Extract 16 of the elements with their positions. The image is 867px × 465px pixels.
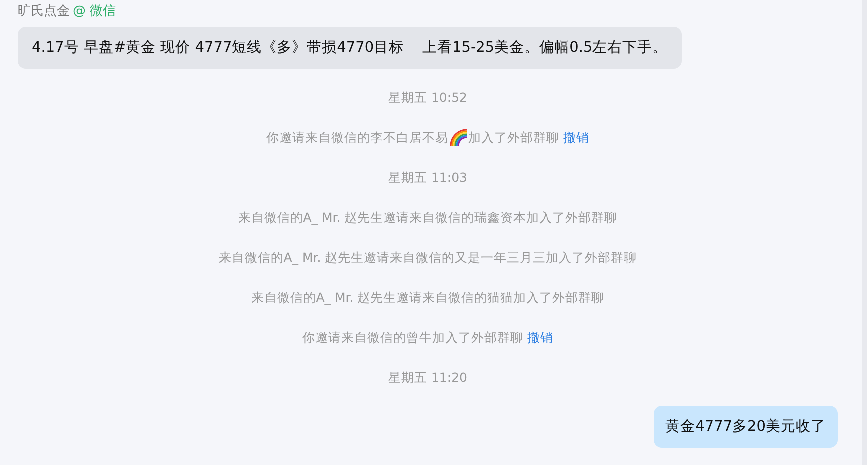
sender-source: @ 微信 <box>73 3 116 21</box>
message-bubble: 4.17号 早盘#黄金 现价 4777短线《多》带损4770目标 上看15-25美金。偏幅0.5左右下手。 <box>18 27 682 69</box>
system-notice: 加入了外部群聊 <box>468 130 560 146</box>
system-notice: 来自微信的A_ Mr. 赵先生邀请来自微信的瑞鑫资本加入了外部群聊 <box>238 210 618 226</box>
message-bubble: 黄金4777多20美元收了 <box>654 406 838 448</box>
system-notice: 你邀请来自微信的李不白居不易 <box>266 130 448 146</box>
timestamp: 星期五 11:20 <box>388 370 468 386</box>
revoke-link[interactable]: 撤销 <box>564 130 590 146</box>
timestamp: 星期五 10:52 <box>388 90 468 106</box>
system-notice: 来自微信的A_ Mr. 赵先生邀请来自微信的又是一年三月三加入了外部群聊 <box>218 250 638 266</box>
system-notice: 你邀请来自微信的曾牛加入了外部群聊 <box>302 330 524 346</box>
rainbow-icon <box>448 128 468 148</box>
sender-name: 旷氏点金 <box>18 3 70 21</box>
revoke-link[interactable]: 撤销 <box>528 330 554 346</box>
system-notice: 来自微信的A_ Mr. 赵先生邀请来自微信的猫猫加入了外部群聊 <box>251 290 605 306</box>
timestamp: 星期五 11:03 <box>388 170 468 186</box>
